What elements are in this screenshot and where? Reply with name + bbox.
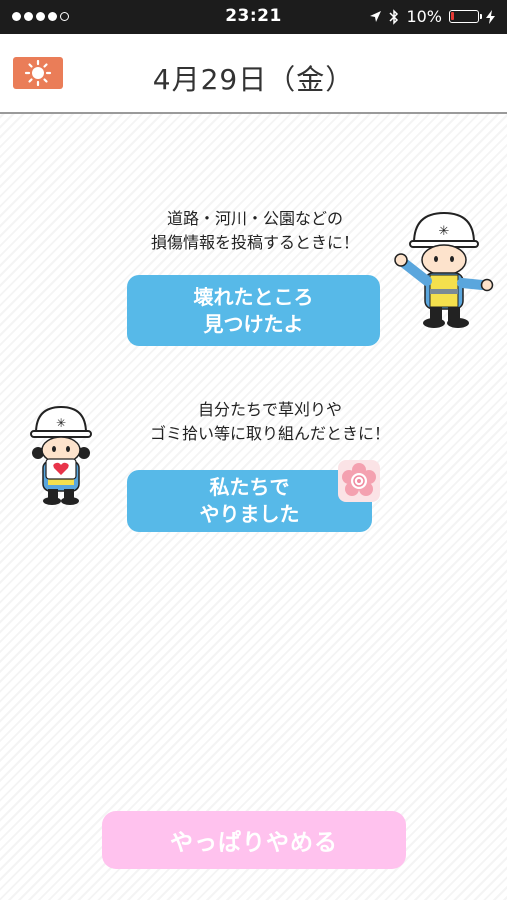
battery-percent: 10% — [406, 7, 442, 26]
we-did-it-button[interactable]: 私たちで やりました — [127, 470, 372, 532]
cancel-button[interactable]: やっぱりやめる — [102, 811, 406, 869]
charging-bolt-icon — [486, 9, 495, 24]
activity-caption: 自分たちで草刈りや ゴミ拾い等に取り組んだときに！ — [149, 400, 390, 443]
header-bar: 4月29日（金） — [0, 34, 507, 114]
status-bar: 23:21 10% — [0, 0, 507, 34]
report-damage-button[interactable]: 壊れたところ 見つけたよ — [127, 275, 380, 346]
bluetooth-icon — [389, 8, 399, 25]
report-caption: 道路・河川・公園などの 損傷情報を投稿するときに！ — [150, 209, 359, 252]
svg-text:✳: ✳ — [439, 224, 450, 239]
we-did-it-label-line2: やりました — [199, 502, 300, 526]
battery-icon — [449, 10, 482, 23]
report-damage-label-line1: 壊れたところ — [193, 284, 314, 309]
flower-icon — [338, 460, 380, 502]
worker-pointing-character: ✳ — [394, 211, 494, 328]
report-damage-label-line2: 見つけたよ — [203, 311, 304, 336]
date-title: 4月29日（金） — [152, 63, 355, 96]
we-did-it-label-line1: 私たちで — [209, 475, 290, 499]
worker-heart-character: ✳ — [30, 405, 92, 505]
location-arrow-icon — [370, 11, 382, 22]
svg-text:✳: ✳ — [56, 416, 66, 430]
